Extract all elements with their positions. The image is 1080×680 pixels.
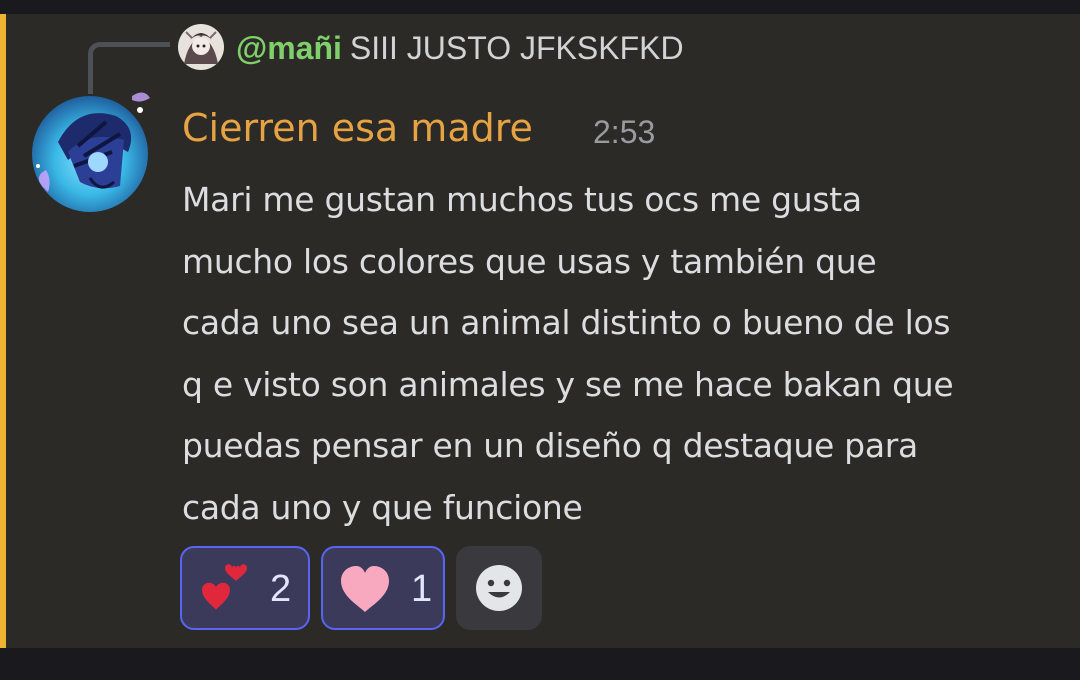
message-line: cada uno y que funcione [182, 487, 583, 527]
reaction-pink-heart[interactable]: 1 [321, 546, 445, 630]
timestamp: 2:53 [593, 114, 656, 150]
pink-heart-icon [341, 566, 389, 612]
message-line: q e visto son animales y se me hace baka… [182, 364, 954, 404]
smiley-icon [476, 565, 522, 611]
message-line: puedas pensar en un diseño q destaque pa… [182, 426, 918, 465]
message-line: cada uno sea un animal distinto o bueno … [182, 303, 951, 342]
add-reaction-button[interactable] [456, 546, 542, 630]
chat-message[interactable]: @mañi SIII JUSTO JFKSKFKD Cierren esa mad… [0, 14, 1080, 648]
message-body: Mari me gustan muchos tus ocs me gusta m… [182, 169, 1062, 538]
two-hearts-icon [202, 564, 247, 610]
reply-avatar[interactable] [178, 24, 224, 70]
bottom-strip [0, 648, 1080, 680]
message-line: Mari me gustan muchos tus ocs me gusta [182, 180, 862, 219]
reaction-count: 2 [270, 568, 292, 610]
author-name[interactable]: Cierren esa madre [182, 104, 533, 152]
reaction-count: 1 [411, 568, 433, 610]
mention-highlight-bar [0, 14, 6, 648]
message-line: mucho los colores que usas y también que [182, 241, 877, 281]
reaction-two-hearts[interactable]: 2 [180, 546, 310, 630]
reply-username[interactable]: @mañi [236, 30, 342, 66]
author-avatar[interactable] [28, 82, 154, 216]
reply-text: SIII JUSTO JFKSKFKD [349, 30, 684, 66]
reply-preview[interactable]: @mañi SIII JUSTO JFKSKFKD [236, 26, 684, 70]
top-strip [0, 0, 1080, 14]
